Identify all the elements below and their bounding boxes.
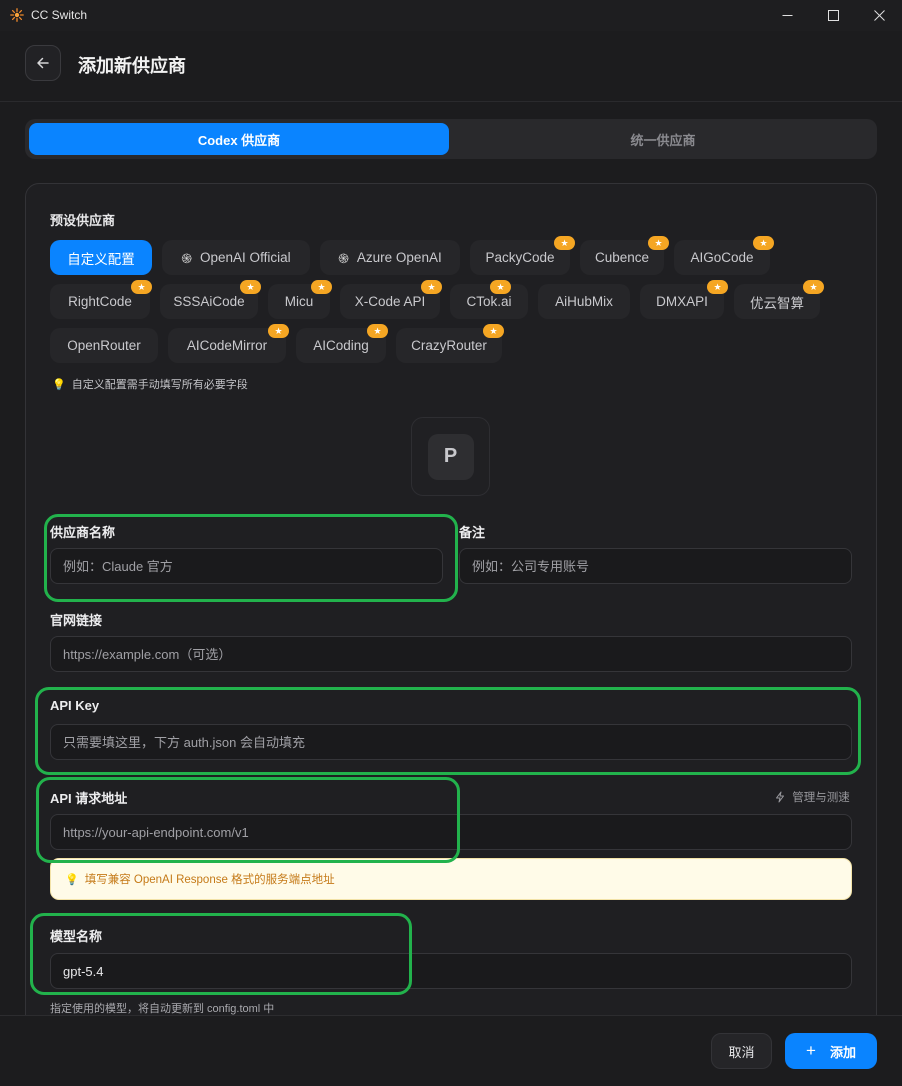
provider-avatar: P <box>427 433 474 480</box>
preset-hint-text: 自定义配置需手动填写所有必要字段 <box>71 379 248 391</box>
title-bar: CC Switch <box>0 0 902 31</box>
chip-label: Micu <box>284 294 314 309</box>
chip-label: Cubence <box>594 250 650 265</box>
provider-icon-picker[interactable]: P <box>411 417 490 496</box>
header-divider <box>0 101 902 102</box>
model-input[interactable] <box>50 953 852 989</box>
endpoint-warning-text: 填写兼容 OpenAI Response 格式的服务端点地址 <box>84 874 335 886</box>
preset-chip-openai-official[interactable]: ֍ OpenAI Official <box>162 240 310 275</box>
endpoint-input[interactable] <box>50 814 852 850</box>
provider-name-label: 供应商名称 <box>50 525 116 540</box>
chip-label: SSSAiCode <box>173 294 245 309</box>
minimize-button[interactable] <box>764 0 810 31</box>
preset-section-label: 预设供应商 <box>50 213 116 228</box>
website-label: 官网链接 <box>50 613 103 628</box>
website-input[interactable] <box>50 636 852 672</box>
chip-label: PackyCode <box>485 250 555 265</box>
close-button[interactable] <box>856 0 902 31</box>
preset-chip-ctok-ai[interactable]: CTok.ai <box>450 284 528 319</box>
note-input[interactable] <box>459 548 852 584</box>
preset-chip-aihubmix[interactable]: AiHubMix <box>538 284 630 319</box>
api-key-input[interactable] <box>50 724 852 760</box>
cancel-button[interactable]: 取消 <box>711 1033 772 1069</box>
chip-label: OpenRouter <box>67 338 141 353</box>
chip-label: Azure OpenAI <box>356 250 442 265</box>
chip-label: AiHubMix <box>555 294 613 309</box>
manage-speedtest-link[interactable]: 管理与测速 <box>774 789 850 805</box>
app-logo-icon <box>10 8 24 22</box>
chip-label: RightCode <box>68 294 132 309</box>
openai-icon: ֍ <box>181 250 193 266</box>
star-icon: ★ <box>240 280 261 294</box>
endpoint-warning: 💡 填写兼容 OpenAI Response 格式的服务端点地址 <box>50 858 852 900</box>
note-label: 备注 <box>459 525 486 540</box>
maximize-button[interactable] <box>810 0 856 31</box>
chip-label: 自定义配置 <box>67 251 135 267</box>
star-icon: ★ <box>554 236 575 250</box>
lightbulb-icon: 💡 <box>65 873 79 886</box>
star-icon: ★ <box>311 280 332 294</box>
plus-icon: + <box>806 1041 816 1060</box>
preset-chip-azure-openai[interactable]: ֍ Azure OpenAI <box>320 240 460 275</box>
provider-type-tabs: Codex 供应商 统一供应商 <box>25 119 877 159</box>
chip-label: AICoding <box>313 338 369 353</box>
chip-label: DMXAPI <box>656 294 708 309</box>
provider-name-input[interactable] <box>50 548 443 584</box>
back-button[interactable] <box>25 45 61 81</box>
window-title: CC Switch <box>31 8 88 22</box>
star-icon: ★ <box>648 236 669 250</box>
star-icon: ★ <box>753 236 774 250</box>
chip-label: AICodeMirror <box>186 338 268 353</box>
star-icon: ★ <box>131 280 152 294</box>
endpoint-label: API 请求地址 <box>50 791 128 806</box>
manage-speedtest-label: 管理与测速 <box>792 792 850 804</box>
bolt-icon <box>774 791 792 804</box>
chip-label: CrazyRouter <box>411 338 487 353</box>
add-button-label: 添加 <box>829 1044 856 1060</box>
chip-label: AIGoCode <box>690 250 754 265</box>
tab-codex-provider[interactable]: Codex 供应商 <box>29 123 449 155</box>
chip-label: 优云智算 <box>750 295 804 311</box>
star-icon: ★ <box>483 324 504 338</box>
page-title: 添加新供应商 <box>78 56 186 76</box>
openai-icon: ֍ <box>338 250 349 266</box>
star-icon: ★ <box>268 324 289 338</box>
preset-chip-openrouter[interactable]: OpenRouter <box>50 328 158 363</box>
star-icon: ★ <box>367 324 388 338</box>
preset-hint: 💡 自定义配置需手动填写所有必要字段 <box>52 376 248 392</box>
chip-label: CTok.ai <box>466 294 512 309</box>
star-icon: ★ <box>707 280 728 294</box>
model-label: 模型名称 <box>50 929 103 944</box>
api-key-label: API Key <box>50 698 100 713</box>
add-button[interactable]: + 添加 <box>785 1033 877 1069</box>
lightbulb-icon: 💡 <box>52 379 66 391</box>
star-icon: ★ <box>490 280 511 294</box>
preset-chip-custom[interactable]: 自定义配置 <box>50 240 152 275</box>
tab-unified-provider[interactable]: 统一供应商 <box>453 123 873 155</box>
arrow-left-icon <box>37 57 49 69</box>
star-icon: ★ <box>421 280 442 294</box>
chip-label: OpenAI Official <box>200 250 291 265</box>
chip-label: X-Code API <box>354 294 426 309</box>
star-icon: ★ <box>803 280 824 294</box>
model-helper-text: 指定使用的模型，将自动更新到 config.toml 中 <box>50 1003 275 1015</box>
